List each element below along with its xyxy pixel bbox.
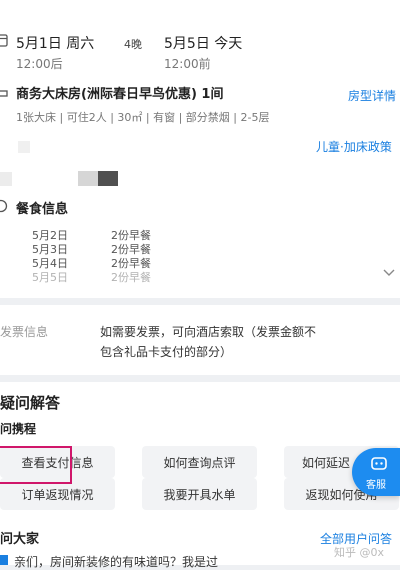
community-question-preview[interactable]: 亲们，房间新装修的有味道吗？我是过 xyxy=(14,553,218,570)
redacted-block-3 xyxy=(78,171,98,186)
service-label: 客服 xyxy=(366,480,386,491)
invoice-text-line2: 包含礼品卡支付的部分） xyxy=(100,345,233,359)
highlight-annotation xyxy=(0,446,72,484)
redacted-block-1 xyxy=(18,141,30,153)
checkin-time: 12:00后 xyxy=(16,57,63,71)
watermark: 知乎 @0x xyxy=(334,546,385,559)
faq-question-invoice-receipt[interactable]: 我要开具水单 xyxy=(142,478,257,510)
service-icon xyxy=(371,457,387,470)
room-details-link[interactable]: 房型详情 xyxy=(348,87,396,104)
faq-card: 疑问解答 问携程 查看支付信息 如何查询点评 如何延迟 订单返现情况 我要开具水… xyxy=(0,382,400,569)
checkout-time: 12:00前 xyxy=(164,57,211,71)
bed-icon xyxy=(0,90,8,97)
booking-card: 5月1日 周六 4晚 5月5日 今天 12:00后 12:00前 商务大床房(洲… xyxy=(0,0,400,298)
faq-title: 疑问解答 xyxy=(0,394,61,412)
redacted-block-2 xyxy=(0,172,12,186)
meal-icon xyxy=(0,199,8,213)
invoice-card: 发票信息 如需要发票，可向酒店索取（发票金额不 包含礼品卡支付的部分） xyxy=(0,305,400,375)
child-bed-policy-link[interactable]: 儿童·加床政策 xyxy=(316,138,392,155)
nights-count: 4晚 xyxy=(124,38,142,51)
calendar-icon xyxy=(0,34,8,47)
invoice-text-line1: 如需要发票，可向酒店索取（发票金额不 xyxy=(100,325,317,339)
meal-row-4-date: 5月5日 xyxy=(32,271,68,284)
chevron-down-icon[interactable] xyxy=(382,268,396,278)
checkout-date: 5月5日 今天 xyxy=(164,36,243,52)
room-specs: 1张大床 | 可住2人 | 30㎡ | 有窗 | 部分禁烟 | 2-5层 xyxy=(16,111,270,124)
meals-title: 餐食信息 xyxy=(16,202,69,217)
question-badge xyxy=(0,555,8,565)
customer-service-button[interactable]: 客服 xyxy=(352,448,400,496)
checkin-date: 5月1日 周六 xyxy=(16,36,95,52)
redacted-block-4 xyxy=(98,171,118,186)
invoice-label: 发票信息 xyxy=(0,325,49,339)
faq-question-reviews[interactable]: 如何查询点评 xyxy=(142,446,257,478)
faq-subtitle: 问携程 xyxy=(0,422,37,436)
community-title: 问大家 xyxy=(0,532,40,547)
meal-row-4-meal: 2份早餐 xyxy=(111,271,151,284)
room-title: 商务大床房(洲际春日早鸟优惠) 1间 xyxy=(16,87,224,102)
